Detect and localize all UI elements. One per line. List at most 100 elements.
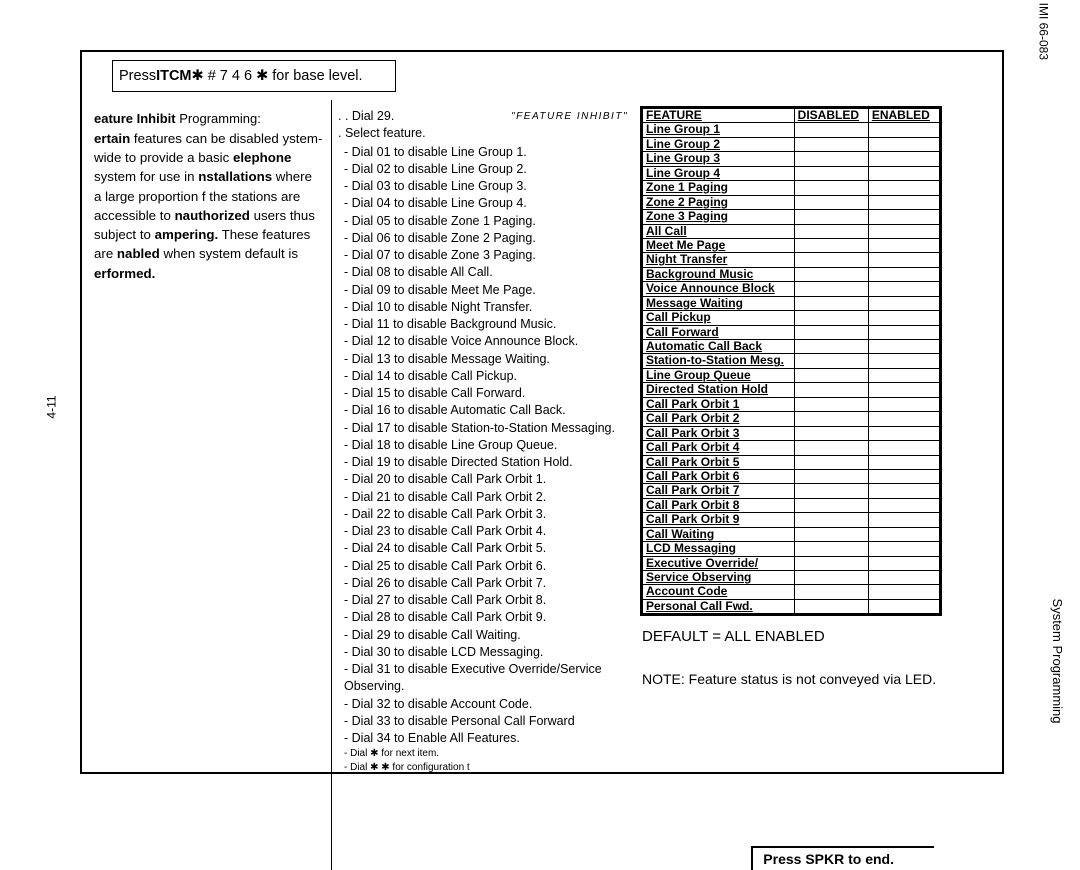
disabled-cell xyxy=(794,527,868,541)
header-rest: ✱ # 7 4 6 ✱ for base level. xyxy=(192,68,363,84)
feature-name: Call Park Orbit 6 xyxy=(642,469,795,483)
section-title: System Programming xyxy=(1050,599,1065,724)
feature-name: Automatic Call Back xyxy=(642,340,795,354)
col2-top1: . Dial 29. "FEATURE INHIBIT" xyxy=(338,108,628,125)
enabled-cell xyxy=(868,585,940,599)
header-prefix: Press xyxy=(119,68,156,84)
feature-name: Line Group 3 xyxy=(642,152,795,166)
enabled-cell xyxy=(868,340,940,354)
dial-step: Dial ✱ for next item. xyxy=(344,747,628,761)
dial-step: Dial 02 to disable Line Group 2. xyxy=(344,161,628,178)
col1-title-rest: Programming: xyxy=(176,111,261,126)
feature-name: Account Code xyxy=(642,585,795,599)
dial-step: Dial 06 to disable Zone 2 Paging. xyxy=(344,230,628,247)
dial-step: Dial 10 to disable Night Transfer. xyxy=(344,299,628,316)
table-row: Night Transfer xyxy=(642,253,941,267)
dial-step: Dial 34 to Enable All Features. xyxy=(344,730,628,747)
disabled-cell xyxy=(794,238,868,252)
feature-name: Line Group 4 xyxy=(642,166,795,180)
feature-name: Call Park Orbit 4 xyxy=(642,441,795,455)
column-description: eature Inhibit Programming: ertain featu… xyxy=(80,100,332,870)
dial-step: Dial 30 to disable LCD Messaging. xyxy=(344,644,628,661)
disabled-cell xyxy=(794,397,868,411)
disabled-cell xyxy=(794,224,868,238)
disabled-cell xyxy=(794,354,868,368)
dial-step: Dial 05 to disable Zone 1 Paging. xyxy=(344,213,628,230)
dial-step: Dial 09 to disable Meet Me Page. xyxy=(344,282,628,299)
enabled-cell xyxy=(868,354,940,368)
feature-name: Zone 2 Paging xyxy=(642,195,795,209)
feature-name: Call Pickup xyxy=(642,311,795,325)
dial-step: Dial 33 to disable Personal Call Forward xyxy=(344,713,628,730)
col2-dial29: . Dial 29. xyxy=(338,109,394,123)
enabled-cell xyxy=(868,455,940,469)
column-dial-steps: . Dial 29. "FEATURE INHIBIT" . Select fe… xyxy=(332,100,634,870)
col2-quote: "FEATURE INHIBIT" xyxy=(511,110,628,124)
table-row: LCD Messaging xyxy=(642,542,941,556)
enabled-cell xyxy=(868,195,940,209)
feature-name: All Call xyxy=(642,224,795,238)
table-row: Call Pickup xyxy=(642,311,941,325)
dial-step: Dial 17 to disable Station-to-Station Me… xyxy=(344,420,628,437)
table-row: Station-to-Station Mesg. xyxy=(642,354,941,368)
feature-name: Call Waiting xyxy=(642,527,795,541)
disabled-cell xyxy=(794,412,868,426)
feature-name: Call Park Orbit 9 xyxy=(642,513,795,527)
enabled-cell xyxy=(868,238,940,252)
note-text: NOTE: Feature status is not conveyed via… xyxy=(640,671,994,687)
dial-step: Dial 28 to disable Call Park Orbit 9. xyxy=(344,609,628,626)
enabled-cell xyxy=(868,542,940,556)
disabled-cell xyxy=(794,426,868,440)
disabled-cell xyxy=(794,166,868,180)
feature-name: Personal Call Fwd. xyxy=(642,599,795,614)
table-row: Personal Call Fwd. xyxy=(642,599,941,614)
dial-step: Dial 18 to disable Line Group Queue. xyxy=(344,437,628,454)
disabled-cell xyxy=(794,152,868,166)
table-row: Line Group Queue xyxy=(642,368,941,382)
dial-step: Dial 12 to disable Voice Announce Block. xyxy=(344,333,628,350)
feature-name: Call Park Orbit 7 xyxy=(642,484,795,498)
disabled-cell xyxy=(794,585,868,599)
th-feature: FEATURE xyxy=(642,108,795,123)
table-row: Call Park Orbit 8 xyxy=(642,498,941,512)
enabled-cell xyxy=(868,282,940,296)
dial-step: Dial 31 to disable Executive Override/Se… xyxy=(344,661,628,696)
table-row: Zone 2 Paging xyxy=(642,195,941,209)
col2-top2: . Select feature. xyxy=(338,125,628,142)
enabled-cell xyxy=(868,383,940,397)
feature-name: Directed Station Hold xyxy=(642,383,795,397)
disabled-cell xyxy=(794,123,868,137)
table-row: Call Park Orbit 3 xyxy=(642,426,941,440)
th-enabled: ENABLED xyxy=(868,108,940,123)
enabled-cell xyxy=(868,426,940,440)
enabled-cell xyxy=(868,123,940,137)
disabled-cell xyxy=(794,253,868,267)
table-row: Call Park Orbit 6 xyxy=(642,469,941,483)
dial-step: Dial 11 to disable Background Music. xyxy=(344,316,628,333)
feature-name: Line Group 1 xyxy=(642,123,795,137)
header-instruction: Press ITCM ✱ # 7 4 6 ✱ for base level. xyxy=(112,60,396,92)
feature-name: Zone 1 Paging xyxy=(642,181,795,195)
col1-title-bold: eature Inhibit xyxy=(94,111,176,126)
disabled-cell xyxy=(794,513,868,527)
dial-step: Dial 21 to disable Call Park Orbit 2. xyxy=(344,489,628,506)
dial-list: Dial 01 to disable Line Group 1.Dial 02 … xyxy=(338,144,628,775)
enabled-cell xyxy=(868,325,940,339)
col1-title: eature Inhibit Programming: xyxy=(94,110,323,129)
disabled-cell xyxy=(794,498,868,512)
page-number: 4-11 xyxy=(45,395,59,418)
disabled-cell xyxy=(794,340,868,354)
feature-name: Call Park Orbit 1 xyxy=(642,397,795,411)
table-row: Account Code xyxy=(642,585,941,599)
feature-name: Executive Override/ xyxy=(642,556,795,570)
enabled-cell xyxy=(868,224,940,238)
dial-step: Dial 27 to disable Call Park Orbit 8. xyxy=(344,592,628,609)
table-row: Automatic Call Back xyxy=(642,340,941,354)
disabled-cell xyxy=(794,210,868,224)
default-text: DEFAULT = ALL ENABLED xyxy=(640,628,994,645)
enabled-cell xyxy=(868,311,940,325)
feature-name: Meet Me Page xyxy=(642,238,795,252)
enabled-cell xyxy=(868,267,940,281)
disabled-cell xyxy=(794,599,868,614)
dial-step: Dial ✱ ✱ for configuration t xyxy=(344,761,628,775)
